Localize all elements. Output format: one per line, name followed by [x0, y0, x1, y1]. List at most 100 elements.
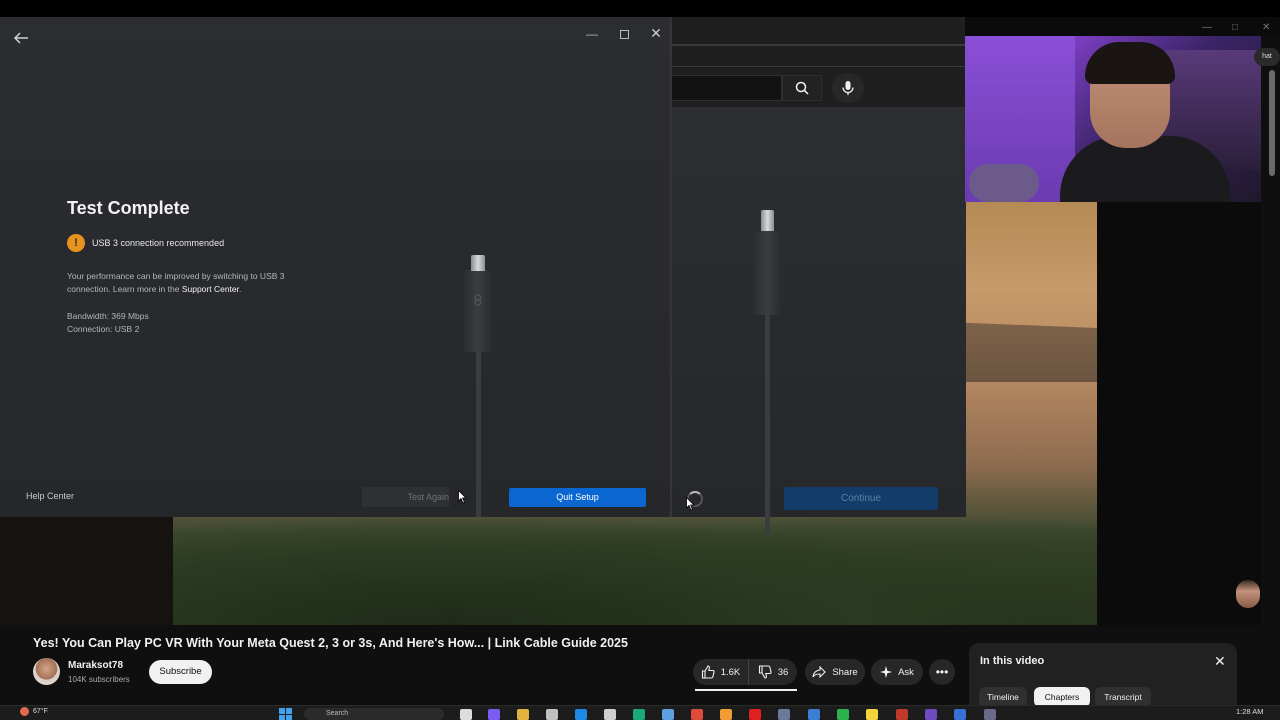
webcam-blanket — [969, 164, 1039, 202]
taskbar-search-input[interactable]: Search — [304, 708, 444, 720]
youtube-icon[interactable] — [749, 709, 761, 720]
usb-cable-connector-2 — [754, 231, 781, 315]
microphone-icon — [842, 81, 854, 95]
video-dark-area — [0, 517, 173, 625]
description-text: Your performance can be improved by swit… — [67, 271, 285, 294]
app-icon[interactable] — [778, 709, 790, 720]
description-end: . — [239, 284, 242, 294]
tab-chapters[interactable]: Chapters — [1034, 687, 1090, 707]
bandwidth-value: Bandwidth: 369 Mbps — [67, 311, 149, 321]
file-explorer-icon[interactable] — [460, 709, 472, 720]
continue-button[interactable]: Continue — [784, 487, 938, 510]
app-icon[interactable] — [662, 709, 674, 720]
video-title: Yes! You Can Play PC VR With Your Meta Q… — [33, 636, 628, 650]
quest-link-setup-dialog: — ✕ Test Complete ! USB 3 connection rec… — [0, 17, 671, 517]
maximize-button[interactable] — [616, 27, 632, 41]
taskbar-clock: 1:28 AM — [1236, 707, 1264, 716]
app-icon[interactable] — [925, 709, 937, 720]
performance-description: Your performance can be improved by swit… — [67, 270, 307, 296]
weather-icon — [20, 707, 29, 716]
maximize-icon — [619, 29, 629, 39]
background-setup-panel — [672, 107, 966, 535]
sparkle-icon — [880, 666, 893, 678]
webcam-person-hair — [1085, 42, 1175, 84]
share-button[interactable]: Share — [805, 659, 865, 685]
channel-avatar[interactable] — [33, 658, 60, 685]
like-dislike-group: 1.6K 36 — [693, 659, 797, 685]
whatsapp-icon[interactable] — [837, 709, 849, 720]
app-icon[interactable] — [720, 709, 732, 720]
usb-cable-wire — [476, 347, 481, 517]
browser-icon[interactable] — [633, 709, 645, 720]
close-button[interactable]: ✕ — [648, 25, 664, 41]
youtube-search-input[interactable] — [672, 75, 782, 101]
forest-hills — [173, 515, 1097, 625]
minimize-icon[interactable]: — — [1202, 22, 1212, 33]
tab-transcript[interactable]: Transcript — [1095, 687, 1151, 707]
thumbs-down-icon — [758, 665, 772, 679]
mouse-cursor-icon — [686, 497, 695, 511]
meta-quest-icon[interactable] — [984, 709, 996, 720]
search-icon — [795, 81, 809, 95]
app-icon[interactable] — [896, 709, 908, 720]
back-button[interactable] — [12, 29, 30, 47]
maximize-icon[interactable]: □ — [1232, 22, 1238, 33]
youtube-search-button[interactable] — [782, 75, 822, 101]
edge-icon[interactable] — [575, 709, 587, 720]
ask-label: Ask — [898, 666, 914, 678]
subscribe-button[interactable]: Subscribe — [149, 660, 212, 684]
app-icon[interactable] — [808, 709, 820, 720]
photos-icon[interactable] — [546, 709, 558, 720]
help-center-link[interactable]: Help Center — [26, 491, 74, 501]
chat-button[interactable]: hat — [1254, 48, 1280, 66]
share-label: Share — [832, 666, 858, 678]
copilot-icon[interactable] — [488, 709, 500, 720]
warning-row: ! USB 3 connection recommended — [67, 234, 224, 252]
like-button[interactable]: 1.6K — [693, 659, 749, 685]
browser-window-behind — [671, 17, 966, 535]
channel-name[interactable]: Maraksot78 — [68, 660, 123, 671]
browser-window-controls: — □ ✕ — [1190, 22, 1280, 38]
app-icon[interactable] — [954, 709, 966, 720]
dislike-count: 36 — [777, 666, 789, 678]
close-icon[interactable]: ✕ — [1214, 653, 1226, 670]
subscriber-count: 104K subscribers — [68, 675, 130, 684]
weather-widget[interactable]: 67°F — [20, 707, 48, 716]
top-black-bar — [0, 0, 1280, 17]
folder-icon[interactable] — [517, 709, 529, 720]
like-underline — [695, 689, 797, 691]
ask-button[interactable]: Ask — [871, 659, 923, 685]
amazon-icon[interactable] — [604, 709, 616, 720]
thumbs-up-icon — [701, 665, 715, 679]
usb-c-tip — [471, 255, 485, 271]
windows-start-icon[interactable] — [279, 708, 293, 720]
page-scrollbar[interactable] — [1269, 70, 1275, 176]
arrow-left-icon — [13, 32, 28, 44]
close-icon[interactable]: ✕ — [1262, 22, 1270, 33]
mouse-cursor-icon — [458, 490, 467, 504]
in-this-video-panel: In this video ✕ Timeline Chapters Transc… — [969, 643, 1237, 707]
panel-title: In this video — [980, 655, 1045, 667]
minimize-button[interactable]: — — [584, 27, 600, 41]
dislike-button[interactable]: 36 — [749, 659, 797, 685]
chrome-icon[interactable] — [691, 709, 703, 720]
support-center-link[interactable]: Support Center — [182, 284, 239, 294]
connection-value: Connection: USB 2 — [67, 324, 140, 334]
browser-toolbar-line — [672, 66, 965, 67]
share-icon — [812, 666, 827, 678]
notes-icon[interactable] — [866, 709, 878, 720]
tab-timeline[interactable]: Timeline — [979, 687, 1027, 707]
usb-cable-connector — [464, 270, 492, 352]
quit-setup-button[interactable]: Quit Setup — [509, 488, 646, 507]
usb-cable-wire-2 — [765, 307, 770, 535]
voice-search-button[interactable] — [832, 73, 864, 103]
webcam-overlay — [965, 36, 1261, 202]
more-actions-button[interactable]: ••• — [929, 659, 955, 685]
test-again-label: Test Again — [407, 492, 449, 502]
meta-logo-icon — [474, 294, 482, 306]
temperature: 67°F — [33, 708, 48, 715]
warning-icon: ! — [67, 234, 85, 252]
browser-tab-strip — [672, 44, 965, 46]
test-again-button[interactable]: Test Again — [362, 487, 449, 507]
floating-avatar — [1236, 580, 1260, 608]
